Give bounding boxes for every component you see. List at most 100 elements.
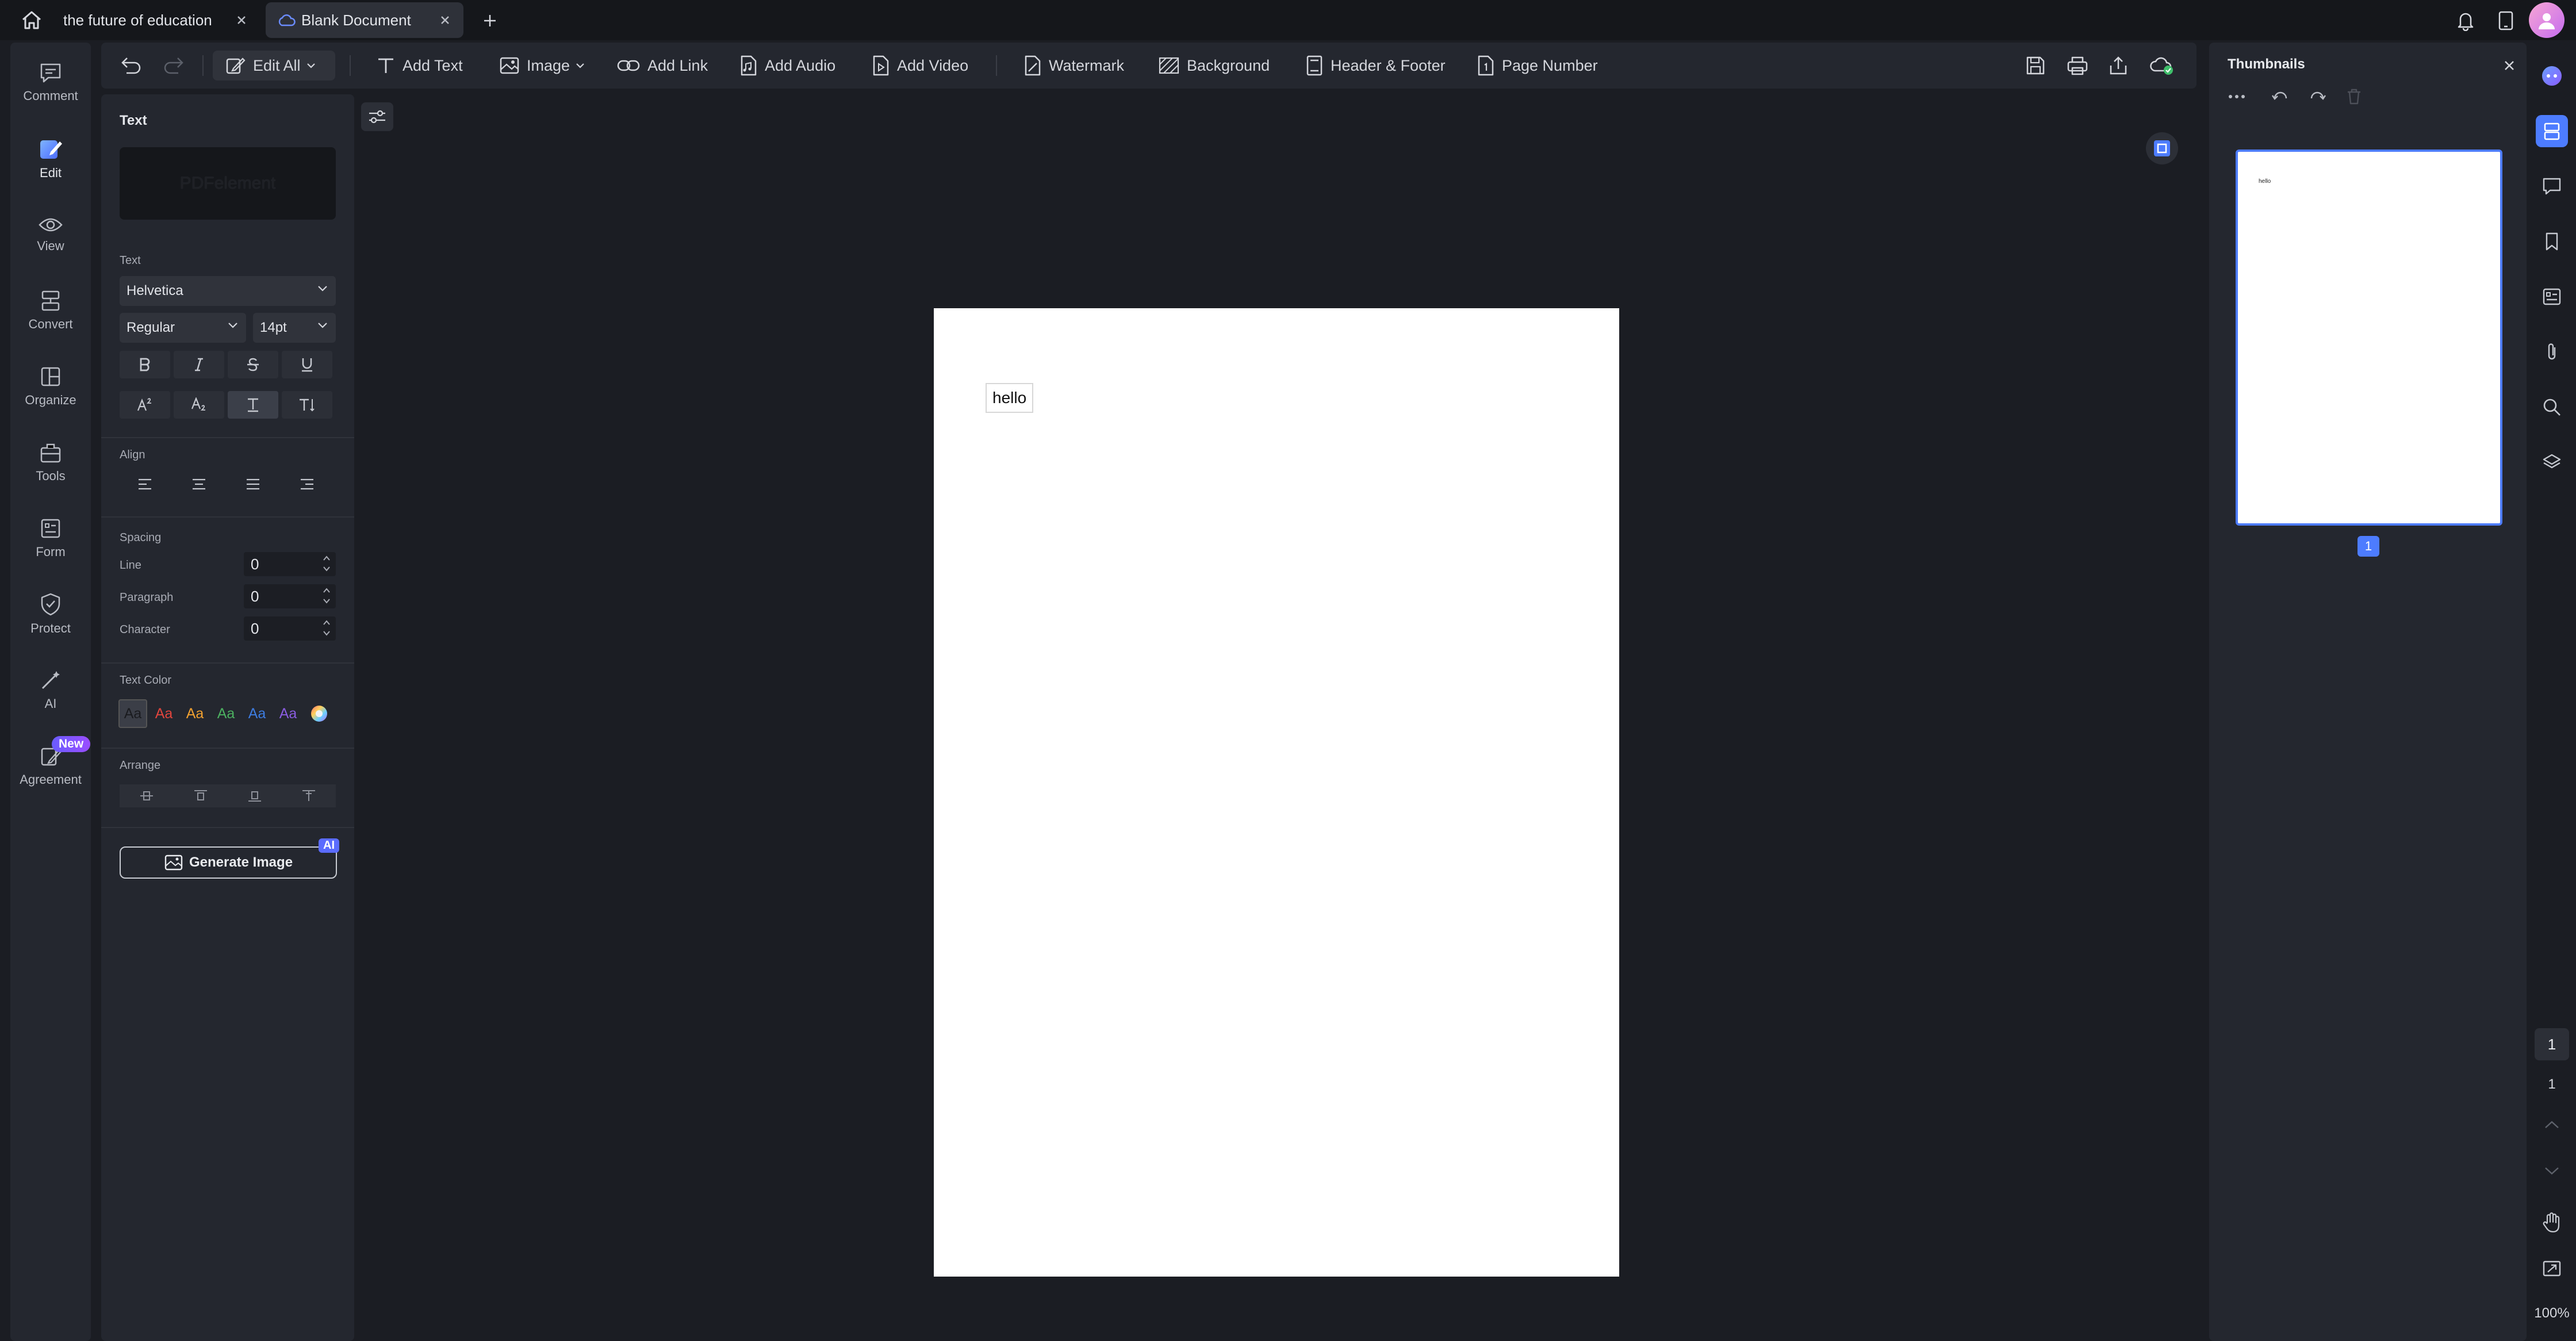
edit-all-dropdown[interactable]: Edit All bbox=[213, 51, 335, 81]
arrange-distribute-button[interactable] bbox=[282, 784, 336, 807]
thumbnails-icon bbox=[2542, 121, 2562, 141]
home-button[interactable] bbox=[17, 7, 46, 33]
text-color-swatch-green[interactable]: Aa bbox=[212, 699, 240, 728]
nav-tools[interactable]: Tools bbox=[10, 429, 91, 496]
align-justify-button[interactable] bbox=[228, 470, 278, 498]
nav-form[interactable]: Form bbox=[10, 505, 91, 572]
nav-view[interactable]: View bbox=[10, 201, 91, 268]
canvas-settings-button[interactable] bbox=[361, 102, 393, 131]
tab-blank-document[interactable]: Blank Document bbox=[266, 2, 463, 38]
color-picker-button[interactable] bbox=[305, 699, 334, 728]
save-button[interactable] bbox=[2025, 51, 2053, 81]
align-right-icon bbox=[299, 478, 315, 491]
watermark-button[interactable]: Watermark bbox=[1023, 51, 1124, 81]
add-audio-button[interactable]: Add Audio bbox=[739, 51, 835, 81]
arrange-align-bottom-button[interactable] bbox=[228, 784, 282, 807]
text-color-swatch-purple[interactable]: Aa bbox=[274, 699, 302, 728]
nav-convert[interactable]: Convert bbox=[10, 277, 91, 344]
add-text-button[interactable]: Add Text bbox=[376, 51, 463, 81]
bell-icon bbox=[2456, 10, 2475, 31]
add-video-button[interactable]: Add Video bbox=[872, 51, 968, 81]
rotate-left-button[interactable] bbox=[2268, 84, 2293, 109]
font-weight-select[interactable]: Regular bbox=[120, 313, 246, 343]
tab-the-future-of-education[interactable]: the future of education bbox=[46, 2, 260, 38]
font-family-select[interactable]: Helvetica bbox=[120, 276, 336, 306]
text-baseline-button[interactable] bbox=[228, 391, 278, 419]
cloud-icon bbox=[277, 14, 296, 26]
undo-button[interactable] bbox=[120, 51, 150, 81]
page-thumbnail[interactable]: hello bbox=[2236, 150, 2502, 526]
redo-button[interactable] bbox=[162, 51, 192, 81]
arrange-align-top-button[interactable] bbox=[174, 784, 228, 807]
underline-button[interactable] bbox=[282, 351, 332, 378]
image-dropdown[interactable]: Image bbox=[499, 51, 592, 81]
avatar[interactable] bbox=[2529, 2, 2564, 38]
generate-image-button[interactable]: Generate Image AI bbox=[120, 838, 339, 879]
superscript-button[interactable] bbox=[120, 391, 170, 419]
font-size-select[interactable]: 14pt bbox=[253, 313, 336, 343]
text-color-swatch-orange[interactable]: Aa bbox=[181, 699, 209, 728]
text-color-swatch-dark[interactable]: Aa bbox=[118, 699, 147, 728]
arrange-bottom-icon bbox=[247, 789, 263, 803]
page-number-button[interactable]: Page Number bbox=[1477, 51, 1598, 81]
delete-page-button[interactable] bbox=[2341, 84, 2367, 109]
fit-page-button[interactable] bbox=[2146, 132, 2178, 164]
zoom-level[interactable]: 100% bbox=[2528, 1305, 2576, 1321]
search-button[interactable] bbox=[2536, 391, 2568, 423]
stepper-arrows[interactable] bbox=[322, 553, 331, 574]
previous-page-button[interactable] bbox=[2536, 1109, 2568, 1141]
header-footer-button[interactable]: Header & Footer bbox=[1305, 51, 1446, 81]
fit-width-button[interactable] bbox=[2536, 1252, 2568, 1285]
thumbnails-toggle-button[interactable] bbox=[2536, 115, 2568, 147]
align-center-button[interactable] bbox=[174, 470, 224, 498]
align-right-button[interactable] bbox=[282, 470, 332, 498]
italic-button[interactable] bbox=[174, 351, 224, 378]
nav-agreement[interactable]: New Agreement bbox=[10, 733, 91, 799]
rotate-right-icon bbox=[2308, 88, 2326, 105]
close-thumbnails-button[interactable] bbox=[2500, 56, 2518, 75]
cloud-sync-button[interactable] bbox=[2149, 51, 2182, 81]
comments-panel-button[interactable] bbox=[2536, 170, 2568, 202]
next-page-button[interactable] bbox=[2536, 1155, 2568, 1187]
nav-organize[interactable]: Organize bbox=[10, 353, 91, 420]
nav-ai[interactable]: AI bbox=[10, 657, 91, 723]
subscript-button[interactable] bbox=[174, 391, 224, 419]
close-icon[interactable] bbox=[233, 12, 250, 28]
stepper-arrows[interactable] bbox=[322, 585, 331, 606]
paragraph-spacing-input[interactable]: 0 bbox=[244, 584, 336, 608]
line-spacing-input[interactable]: 0 bbox=[244, 552, 336, 576]
close-icon[interactable] bbox=[437, 12, 453, 28]
device-button[interactable] bbox=[2493, 8, 2518, 33]
strikethrough-button[interactable] bbox=[228, 351, 278, 378]
page-text-box[interactable]: hello bbox=[986, 383, 1034, 413]
notifications-button[interactable] bbox=[2453, 8, 2478, 33]
print-button[interactable] bbox=[2067, 51, 2095, 81]
bold-button[interactable] bbox=[120, 351, 170, 378]
rotate-right-button[interactable] bbox=[2305, 84, 2330, 109]
image-icon bbox=[164, 854, 189, 871]
background-button[interactable]: Background bbox=[1158, 51, 1270, 81]
attachments-button[interactable] bbox=[2536, 336, 2568, 368]
bookmarks-button[interactable] bbox=[2536, 225, 2568, 258]
share-button[interactable] bbox=[2108, 51, 2136, 81]
nav-edit[interactable]: Edit bbox=[10, 125, 91, 192]
current-page-input[interactable]: 1 bbox=[2535, 1028, 2569, 1060]
add-link-button[interactable]: Add Link bbox=[616, 51, 708, 81]
arrange-align-center-button[interactable] bbox=[120, 784, 174, 807]
more-options-button[interactable] bbox=[2224, 84, 2249, 109]
text-direction-button[interactable] bbox=[282, 391, 332, 419]
layers-button[interactable] bbox=[2536, 446, 2568, 478]
nav-protect[interactable]: Protect bbox=[10, 581, 91, 647]
document-page[interactable]: hello bbox=[934, 308, 1619, 1277]
new-tab-button[interactable] bbox=[478, 9, 501, 32]
hand-tool-button[interactable] bbox=[2536, 1206, 2568, 1239]
form-fields-button[interactable] bbox=[2536, 281, 2568, 313]
background-icon bbox=[1158, 56, 1187, 75]
stepper-arrows[interactable] bbox=[322, 618, 331, 638]
ai-assistant-button[interactable] bbox=[2536, 60, 2568, 92]
nav-comment[interactable]: Comment bbox=[10, 49, 91, 116]
text-color-swatch-blue[interactable]: Aa bbox=[243, 699, 271, 728]
align-left-button[interactable] bbox=[120, 470, 170, 498]
character-spacing-input[interactable]: 0 bbox=[244, 616, 336, 641]
text-color-swatch-red[interactable]: Aa bbox=[150, 699, 178, 728]
